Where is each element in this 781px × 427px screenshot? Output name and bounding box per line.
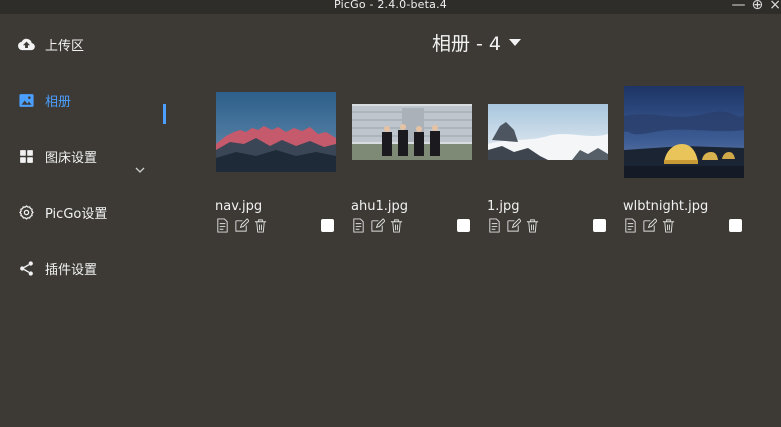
image-thumbnail-1[interactable]: [488, 104, 608, 160]
window-controls: — ⊕ ×: [732, 0, 781, 13]
delete-icon[interactable]: [389, 218, 404, 233]
sidebar-item-picgo-settings[interactable]: PicGo设置: [18, 198, 168, 226]
sidebar-item-album[interactable]: 相册: [18, 86, 168, 114]
sidebar-item-label: 插件设置: [45, 262, 98, 278]
minimize-button[interactable]: —: [732, 0, 746, 13]
image-thumbnail-wlbtnight[interactable]: [624, 86, 744, 178]
share-icon: [20, 260, 33, 276]
image-filename: 1.jpg: [487, 199, 520, 214]
image-icon: [19, 93, 34, 107]
image-thumbnail-ahu1[interactable]: [352, 104, 472, 160]
active-indicator: [163, 104, 166, 124]
sidebar-item-upload[interactable]: 上传区: [18, 30, 168, 58]
sidebar-item-plugin-settings[interactable]: 插件设置: [18, 254, 168, 282]
chevron-down-icon[interactable]: [135, 166, 145, 174]
image-thumbnail-nav[interactable]: [216, 92, 336, 172]
select-checkbox[interactable]: [729, 219, 742, 232]
grid-icon: [20, 149, 33, 163]
document-icon[interactable]: [623, 218, 638, 233]
delete-icon[interactable]: [253, 218, 268, 233]
sidebar-item-label: PicGo设置: [45, 206, 108, 222]
select-checkbox[interactable]: [321, 219, 334, 232]
edit-icon[interactable]: [370, 218, 385, 233]
maximize-button[interactable]: ⊕: [752, 0, 764, 13]
gear-icon: [19, 204, 34, 220]
sidebar-item-label: 相册: [45, 94, 72, 110]
delete-icon[interactable]: [661, 218, 676, 233]
cloud-upload-icon: [18, 38, 35, 50]
select-checkbox[interactable]: [593, 219, 606, 232]
edit-icon[interactable]: [506, 218, 521, 233]
select-checkbox[interactable]: [457, 219, 470, 232]
image-card: 1.jpg: [487, 84, 609, 234]
sidebar: 上传区 相册 图床设置 PicGo设置 插件设置: [0, 14, 170, 427]
document-icon[interactable]: [487, 218, 502, 233]
image-filename: wlbtnight.jpg: [623, 199, 709, 214]
document-icon[interactable]: [215, 218, 230, 233]
window-title: PicGo - 2.4.0-beta.4: [334, 0, 447, 11]
image-filename: ahu1.jpg: [351, 199, 408, 214]
edit-icon[interactable]: [642, 218, 657, 233]
image-card: nav.jpg: [215, 84, 337, 234]
sidebar-item-label: 上传区: [45, 38, 85, 54]
album-title-dropdown[interactable]: 相册 - 4: [432, 29, 522, 56]
caret-down-icon: [509, 39, 522, 46]
image-card: ahu1.jpg: [351, 84, 473, 234]
page-title: 相册 - 4: [432, 33, 502, 55]
document-icon[interactable]: [351, 218, 366, 233]
image-card: wlbtnight.jpg: [623, 84, 745, 234]
close-button[interactable]: ×: [769, 0, 781, 13]
sidebar-item-label: 图床设置: [45, 150, 98, 166]
delete-icon[interactable]: [525, 218, 540, 233]
image-filename: nav.jpg: [215, 199, 263, 214]
edit-icon[interactable]: [234, 218, 249, 233]
sidebar-item-pic-bed-settings[interactable]: 图床设置: [18, 142, 168, 170]
title-bar: PicGo - 2.4.0-beta.4 — ⊕ ×: [0, 0, 781, 14]
